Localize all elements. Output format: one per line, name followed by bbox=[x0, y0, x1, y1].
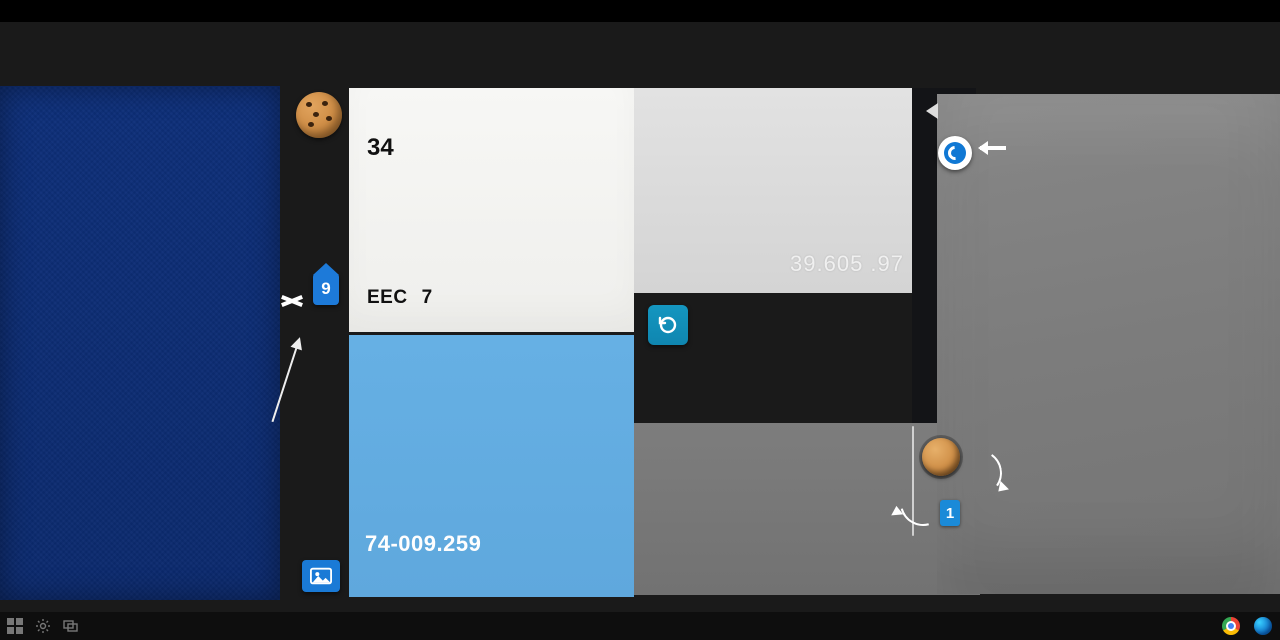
badge-one[interactable]: 1 bbox=[940, 500, 960, 526]
right-grey-panel[interactable] bbox=[937, 94, 1280, 594]
badge-one-value: 1 bbox=[946, 505, 954, 522]
cookie-icon[interactable] bbox=[296, 92, 342, 138]
desktop: 34 EEC 7 39.605 .97 74-009.259 9 bbox=[0, 0, 1280, 640]
code-value: 7 bbox=[422, 287, 433, 308]
pictures-app-icon[interactable] bbox=[302, 560, 340, 592]
sky-blue-tile[interactable]: 74-009.259 bbox=[349, 335, 634, 597]
light-grey-tile[interactable]: 39.605 .97 bbox=[634, 88, 922, 293]
start-button[interactable] bbox=[6, 617, 24, 635]
sky-blue-tile-value: 74-009.259 bbox=[365, 531, 481, 557]
taskbar bbox=[0, 612, 1280, 640]
light-grey-tile-value: 39.605 .97 bbox=[790, 251, 904, 277]
back-caret-icon[interactable] bbox=[926, 103, 938, 119]
refresh-badge-icon[interactable] bbox=[648, 305, 688, 345]
window-top-strip bbox=[0, 0, 1280, 22]
arrow-left-icon bbox=[980, 146, 1006, 150]
white-tile[interactable]: 34 EEC 7 bbox=[349, 88, 634, 332]
sync-circle-icon[interactable] bbox=[938, 136, 972, 170]
settings-icon[interactable] bbox=[34, 617, 52, 635]
scissors-icon[interactable] bbox=[281, 291, 303, 307]
white-tile-number: 34 bbox=[367, 134, 394, 162]
pin-marker-value: 9 bbox=[321, 279, 330, 299]
edge-taskbar-icon[interactable] bbox=[1252, 615, 1274, 637]
wooden-ball-icon[interactable] bbox=[922, 438, 960, 476]
left-navy-tile[interactable] bbox=[0, 86, 280, 600]
chrome-taskbar-icon[interactable] bbox=[1220, 615, 1242, 637]
code-label: EEC bbox=[367, 287, 408, 308]
pin-marker[interactable]: 9 bbox=[313, 273, 339, 305]
task-view-icon[interactable] bbox=[62, 617, 80, 635]
white-tile-code-row: EEC 7 bbox=[367, 287, 433, 309]
